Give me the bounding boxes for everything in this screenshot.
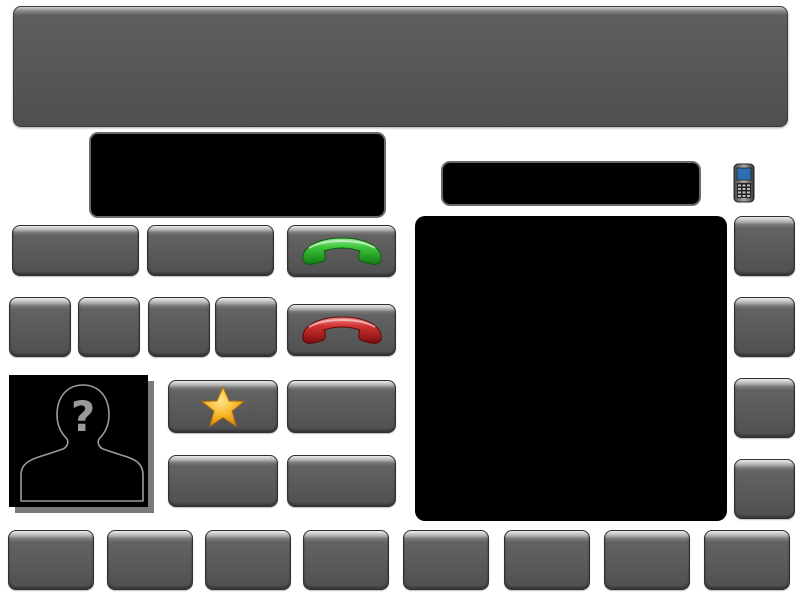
bottom-button-2[interactable] (107, 530, 193, 590)
mobile-phone-icon[interactable] (733, 163, 755, 203)
top-status-panel (13, 6, 788, 127)
function-button-8[interactable] (168, 455, 278, 507)
side-button-1[interactable] (734, 216, 795, 276)
bottom-button-6[interactable] (504, 530, 590, 590)
bottom-button-3[interactable] (205, 530, 291, 590)
phone-answer-icon (299, 234, 385, 268)
hangup-button[interactable] (287, 304, 396, 356)
call-button[interactable] (287, 225, 396, 277)
function-button-1[interactable] (12, 225, 139, 276)
side-button-4[interactable] (734, 459, 795, 519)
bottom-button-8[interactable] (704, 530, 790, 590)
function-button-7[interactable] (287, 380, 396, 433)
unknown-contact-icon: ? (9, 375, 148, 511)
function-button-9[interactable] (287, 455, 396, 507)
star-icon (200, 385, 246, 429)
bottom-button-4[interactable] (303, 530, 389, 590)
function-button-4[interactable] (78, 297, 140, 357)
bottom-button-1[interactable] (8, 530, 94, 590)
side-button-2[interactable] (734, 297, 795, 357)
bottom-button-7[interactable] (604, 530, 690, 590)
video-display (415, 216, 727, 521)
bottom-button-5[interactable] (403, 530, 489, 590)
function-button-6[interactable] (215, 297, 277, 357)
side-button-3[interactable] (734, 378, 795, 438)
function-button-3[interactable] (9, 297, 71, 357)
caller-display (441, 161, 701, 206)
phone-hangup-icon (299, 313, 385, 347)
contact-avatar: ? (9, 375, 148, 507)
softphone-window: ? (0, 0, 800, 600)
number-display[interactable] (89, 132, 386, 218)
function-button-2[interactable] (147, 225, 274, 276)
favorite-button[interactable] (168, 380, 278, 433)
function-button-5[interactable] (148, 297, 210, 357)
svg-text:?: ? (71, 392, 95, 441)
